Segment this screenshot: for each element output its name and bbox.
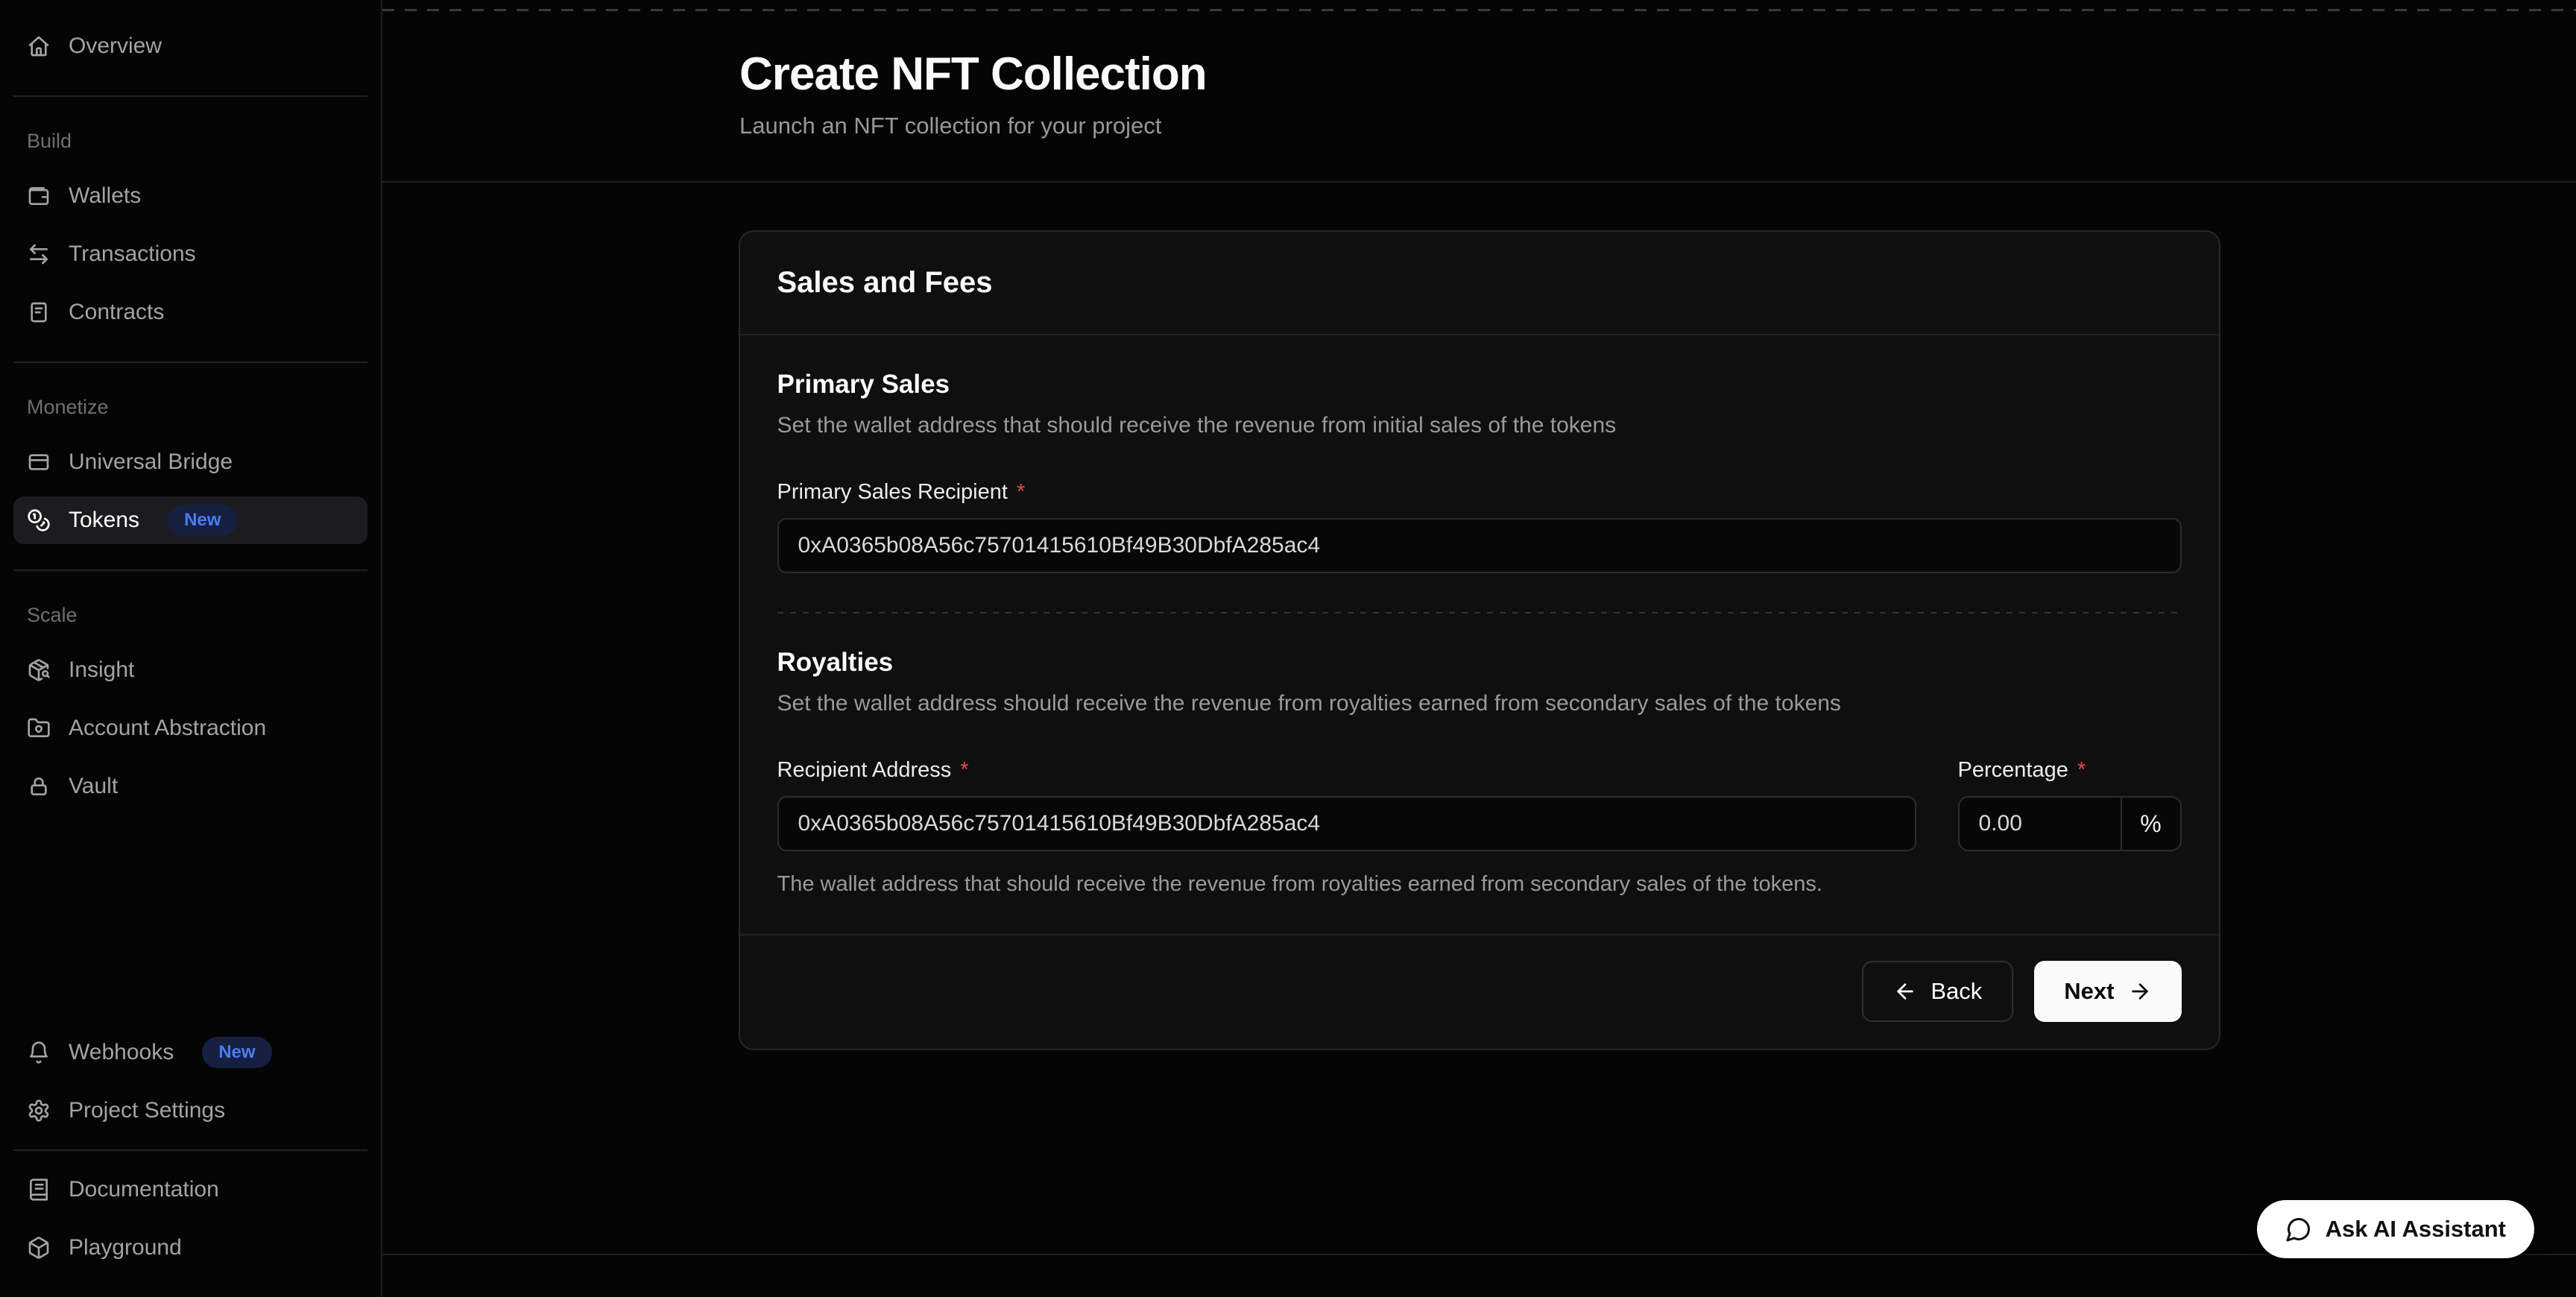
royalties-helper-text: The wallet address that should receive t… bbox=[777, 872, 2182, 897]
primary-sales-heading: Primary Sales bbox=[777, 370, 2182, 400]
sidebar-item-account-abstraction[interactable]: Account Abstraction bbox=[13, 704, 367, 752]
folder-shield-icon bbox=[27, 716, 51, 740]
percentage-label: Percentage * bbox=[1958, 758, 2182, 783]
ask-ai-assistant-button[interactable]: Ask AI Assistant bbox=[2257, 1200, 2534, 1258]
sidebar-item-label: Overview bbox=[69, 34, 162, 59]
sidebar-item-transactions[interactable]: Transactions bbox=[13, 230, 367, 278]
cube-icon bbox=[27, 1236, 51, 1260]
sidebar-item-label: Universal Bridge bbox=[69, 449, 233, 475]
sidebar-item-contracts[interactable]: Contracts bbox=[13, 288, 367, 336]
royalties-heading: Royalties bbox=[777, 648, 2182, 678]
sidebar-item-insight[interactable]: Insight bbox=[13, 646, 367, 694]
wallet-icon bbox=[27, 184, 51, 208]
sidebar-item-label: Project Settings bbox=[69, 1098, 225, 1123]
gear-icon bbox=[27, 1099, 51, 1123]
sidebar-item-documentation[interactable]: Documentation bbox=[13, 1166, 367, 1214]
lock-icon bbox=[27, 774, 51, 798]
arrow-left-icon bbox=[1893, 979, 1917, 1003]
sidebar-item-vault[interactable]: Vault bbox=[13, 763, 367, 810]
top-dashed-border bbox=[382, 9, 2576, 11]
sidebar-item-label: Wallets bbox=[69, 183, 141, 209]
sidebar-divider bbox=[13, 1149, 367, 1151]
sidebar-item-tokens[interactable]: Tokens New bbox=[13, 496, 367, 544]
sidebar-section-monetize: Monetize bbox=[13, 396, 367, 419]
percent-suffix: % bbox=[2121, 798, 2180, 850]
sidebar-item-label: Documentation bbox=[69, 1177, 219, 1202]
page-header: Create NFT Collection Launch an NFT coll… bbox=[382, 0, 2576, 139]
home-icon bbox=[27, 34, 51, 58]
new-badge: New bbox=[202, 1037, 271, 1068]
sidebar-bottom-group: Webhooks New Project Settings Documentat… bbox=[13, 1029, 367, 1282]
sidebar-item-label: Tokens bbox=[69, 508, 139, 533]
sidebar-divider bbox=[13, 569, 367, 571]
required-asterisk: * bbox=[2077, 758, 2086, 783]
sidebar-item-label: Contracts bbox=[69, 300, 164, 325]
primary-sales-recipient-input[interactable] bbox=[777, 518, 2182, 573]
back-button[interactable]: Back bbox=[1862, 961, 2013, 1022]
percentage-input[interactable] bbox=[1960, 798, 2121, 850]
sidebar-item-project-settings[interactable]: Project Settings bbox=[13, 1087, 367, 1135]
recipient-address-label: Recipient Address * bbox=[777, 758, 1916, 783]
primary-sales-description: Set the wallet address that should recei… bbox=[777, 413, 2182, 438]
transactions-icon bbox=[27, 242, 51, 266]
sidebar-item-label: Account Abstraction bbox=[69, 716, 266, 741]
sidebar-section-scale: Scale bbox=[13, 604, 367, 627]
recipient-address-field: Recipient Address * bbox=[777, 716, 1916, 851]
sidebar-item-playground[interactable]: Playground bbox=[13, 1224, 367, 1272]
content-area: Sales and Fees Primary Sales Set the wal… bbox=[382, 183, 2576, 1050]
primary-sales-section: Primary Sales Set the wallet address tha… bbox=[740, 335, 2219, 573]
sidebar-item-webhooks[interactable]: Webhooks New bbox=[13, 1029, 367, 1076]
card-footer: Back Next bbox=[740, 935, 2219, 1049]
bottom-divider bbox=[382, 1254, 2576, 1255]
sidebar-section-build: Build bbox=[13, 130, 367, 153]
card-title: Sales and Fees bbox=[740, 232, 2219, 335]
arrow-right-icon bbox=[2128, 979, 2152, 1003]
bell-icon bbox=[27, 1041, 51, 1064]
royalties-description: Set the wallet address should receive th… bbox=[777, 691, 2182, 716]
package-search-icon bbox=[27, 658, 51, 682]
percentage-input-group: % bbox=[1958, 796, 2182, 851]
sidebar-item-label: Insight bbox=[69, 657, 134, 683]
required-asterisk: * bbox=[960, 758, 968, 783]
sidebar-item-universal-bridge[interactable]: Universal Bridge bbox=[13, 438, 367, 486]
sidebar-item-label: Webhooks bbox=[69, 1040, 174, 1065]
new-badge: New bbox=[168, 505, 237, 536]
royalties-fields-row: Recipient Address * Percentage * % bbox=[777, 716, 2182, 851]
bridge-card-icon bbox=[27, 450, 51, 474]
sales-and-fees-card: Sales and Fees Primary Sales Set the wal… bbox=[739, 230, 2220, 1050]
contract-icon bbox=[27, 300, 51, 324]
chat-bubble-icon bbox=[2285, 1216, 2312, 1243]
royalties-section: Royalties Set the wallet address should … bbox=[740, 613, 2219, 897]
sidebar-item-label: Transactions bbox=[69, 242, 196, 267]
page-title: Create NFT Collection bbox=[739, 48, 2576, 101]
recipient-address-input[interactable] bbox=[777, 796, 1916, 851]
sidebar-divider bbox=[13, 95, 367, 97]
book-icon bbox=[27, 1178, 51, 1202]
required-asterisk: * bbox=[1017, 480, 1025, 505]
sidebar: Overview Build Wallets Transactions Cont… bbox=[0, 0, 382, 1297]
sidebar-divider bbox=[13, 362, 367, 363]
sidebar-item-overview[interactable]: Overview bbox=[13, 22, 367, 70]
page-subtitle: Launch an NFT collection for your projec… bbox=[739, 113, 2576, 139]
sidebar-item-label: Playground bbox=[69, 1235, 182, 1260]
coins-icon bbox=[27, 508, 51, 532]
sidebar-item-wallets[interactable]: Wallets bbox=[13, 172, 367, 220]
sidebar-item-label: Vault bbox=[69, 774, 118, 799]
next-button[interactable]: Next bbox=[2034, 961, 2181, 1022]
main-content: Create NFT Collection Launch an NFT coll… bbox=[382, 0, 2576, 1297]
primary-sales-recipient-label: Primary Sales Recipient * bbox=[777, 480, 2182, 505]
percentage-field: Percentage * % bbox=[1958, 716, 2182, 851]
